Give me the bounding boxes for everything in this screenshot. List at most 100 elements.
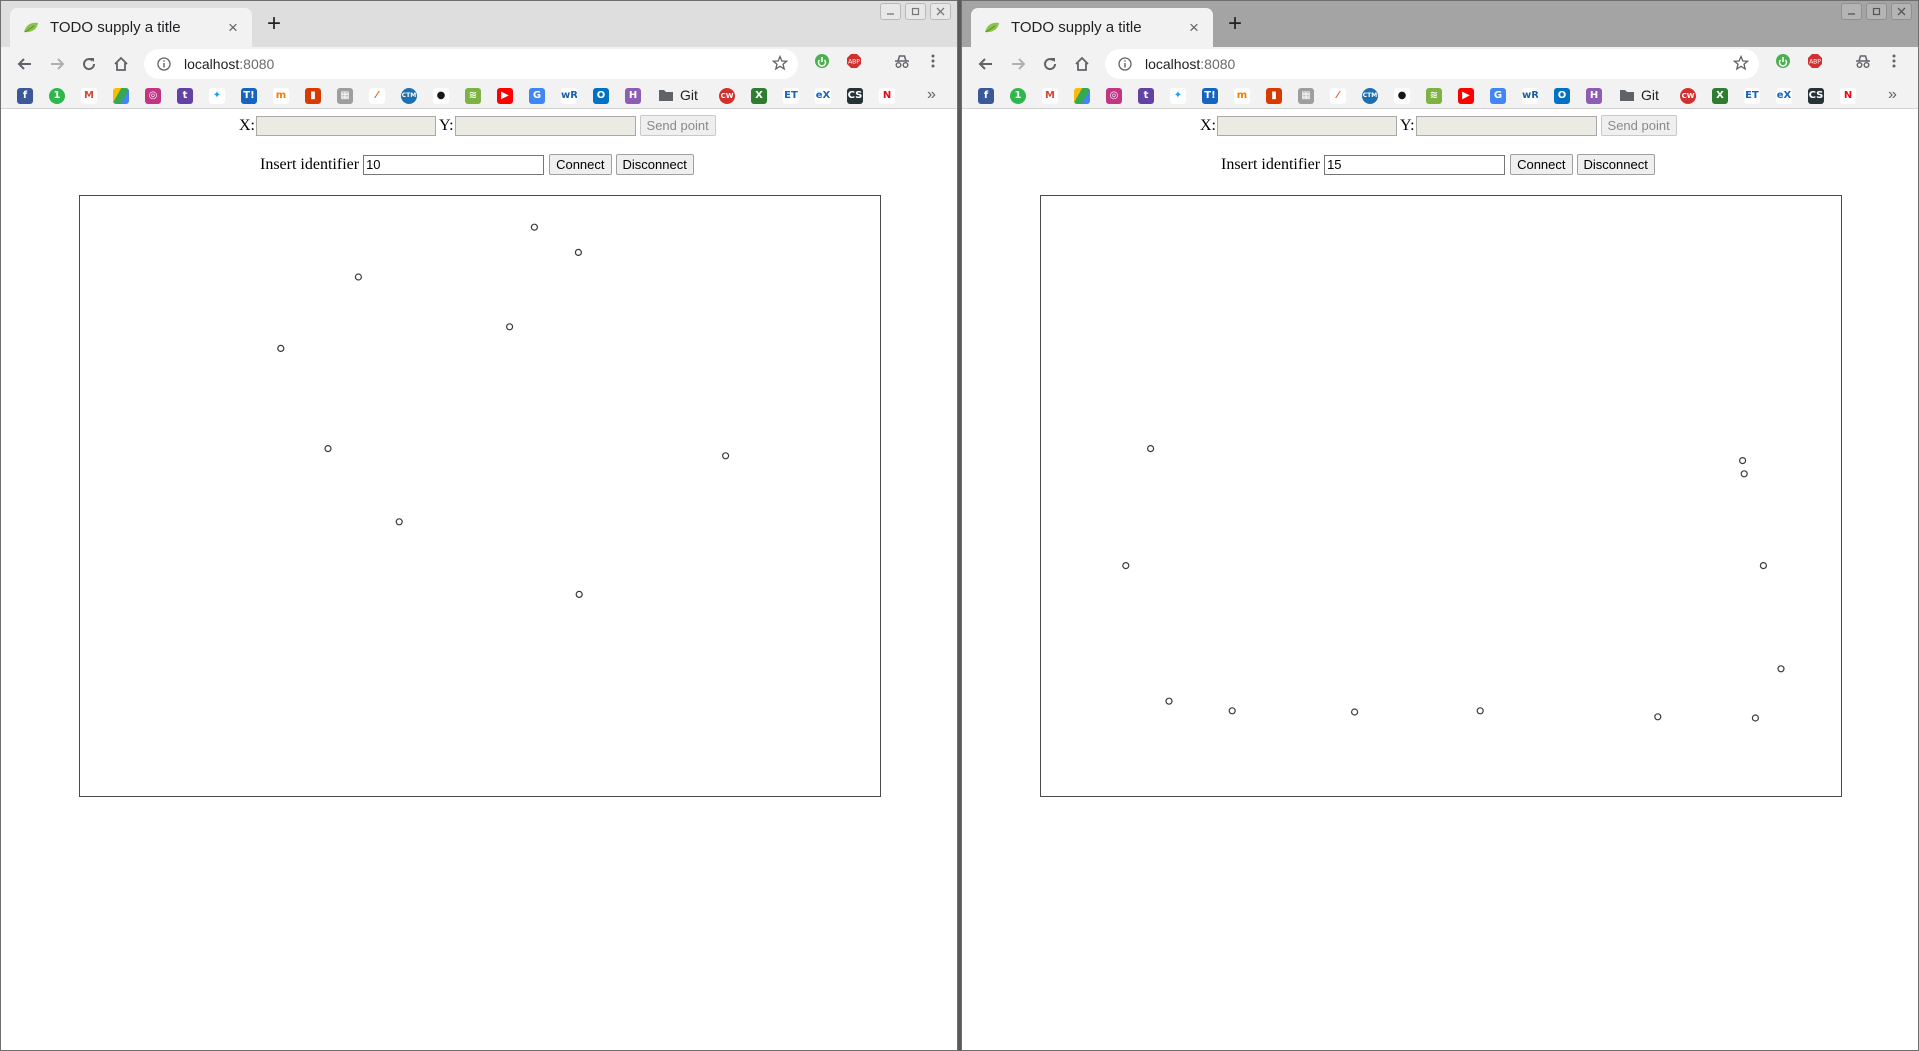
forward-icon[interactable] xyxy=(1006,52,1030,76)
github-bookmark-icon[interactable]: ● xyxy=(433,88,449,104)
address-bar[interactable]: localhost:8080 xyxy=(1105,49,1759,79)
close-window-icon[interactable] xyxy=(930,3,951,20)
map-bookmark-icon[interactable]: ≋ xyxy=(465,88,481,104)
twitch-bookmark-icon[interactable]: t xyxy=(177,88,193,104)
bookmark-folder-git[interactable]: Git xyxy=(658,87,698,103)
reload-icon[interactable] xyxy=(77,52,101,76)
office-bookmark-icon[interactable]: ▮ xyxy=(305,88,321,104)
h-bookmark-icon[interactable]: H xyxy=(1586,88,1602,104)
star-icon[interactable] xyxy=(771,54,789,76)
edx-bookmark-icon[interactable]: eX xyxy=(815,88,831,104)
x-bookmark-icon[interactable]: X xyxy=(751,88,767,104)
minimize-icon[interactable] xyxy=(1841,3,1862,20)
h-bookmark-icon[interactable]: H xyxy=(625,88,641,104)
one-bookmark-icon[interactable]: 1 xyxy=(49,88,65,104)
cs-bookmark-icon[interactable]: CS xyxy=(1808,88,1824,104)
youtube-bookmark-icon[interactable]: ▶ xyxy=(497,88,513,104)
t-bookmark-icon[interactable]: T! xyxy=(241,88,257,104)
identifier-input[interactable] xyxy=(1324,154,1506,175)
ctm-bookmark-icon[interactable]: CTM xyxy=(401,88,417,104)
t-bookmark-icon[interactable]: T! xyxy=(1202,88,1218,104)
feather-bookmark-icon[interactable]: ⁄ xyxy=(1330,88,1346,104)
drawing-canvas[interactable] xyxy=(79,195,881,797)
image-bookmark-icon[interactable]: ▦ xyxy=(337,88,353,104)
twitter-bookmark-icon[interactable]: ✦ xyxy=(1170,88,1186,104)
incognito-icon[interactable] xyxy=(893,53,911,74)
wordreference-bookmark-icon[interactable]: wR xyxy=(1522,88,1538,104)
tab-active[interactable]: TODO supply a title × xyxy=(971,8,1213,47)
send-point-button[interactable]: Send point xyxy=(639,115,716,136)
back-icon[interactable] xyxy=(13,52,37,76)
drive-bookmark-icon[interactable] xyxy=(113,88,129,104)
m-bookmark-icon[interactable]: m xyxy=(273,88,289,104)
outlook-bookmark-icon[interactable]: O xyxy=(1554,88,1570,104)
send-point-button[interactable]: Send point xyxy=(1600,115,1677,136)
instagram-bookmark-icon[interactable]: ◎ xyxy=(1106,88,1122,104)
ctm-bookmark-icon[interactable]: CTM xyxy=(1362,88,1378,104)
cw-bookmark-icon[interactable]: CW xyxy=(1680,88,1696,104)
chevron-more-icon[interactable]: » xyxy=(927,86,936,104)
edx-bookmark-icon[interactable]: eX xyxy=(1776,88,1792,104)
back-icon[interactable] xyxy=(974,52,998,76)
maximize-icon[interactable] xyxy=(1866,3,1887,20)
twitch-bookmark-icon[interactable]: t xyxy=(1138,88,1154,104)
github-bookmark-icon[interactable]: ● xyxy=(1394,88,1410,104)
cw-bookmark-icon[interactable]: CW xyxy=(719,88,735,104)
drawing-canvas[interactable] xyxy=(1040,195,1842,797)
outlook-bookmark-icon[interactable]: O xyxy=(593,88,609,104)
y-input[interactable] xyxy=(454,115,636,136)
feather-bookmark-icon[interactable]: ⁄ xyxy=(369,88,385,104)
connect-button[interactable]: Connect xyxy=(549,154,612,175)
close-icon[interactable]: × xyxy=(225,19,241,36)
menu-icon[interactable] xyxy=(930,53,936,74)
forward-icon[interactable] xyxy=(45,52,69,76)
identifier-input[interactable] xyxy=(363,154,545,175)
image-bookmark-icon[interactable]: ▦ xyxy=(1298,88,1314,104)
office-bookmark-icon[interactable]: ▮ xyxy=(1266,88,1282,104)
extension-green-icon[interactable] xyxy=(814,53,830,74)
close-window-icon[interactable] xyxy=(1891,3,1912,20)
instagram-bookmark-icon[interactable]: ◎ xyxy=(145,88,161,104)
bookmark-folder-git[interactable]: Git xyxy=(1619,87,1659,103)
y-input[interactable] xyxy=(1415,115,1597,136)
info-icon[interactable] xyxy=(1117,56,1133,72)
translate-bookmark-icon[interactable]: G xyxy=(1490,88,1506,104)
one-bookmark-icon[interactable]: 1 xyxy=(1010,88,1026,104)
wordreference-bookmark-icon[interactable]: wR xyxy=(561,88,577,104)
new-tab-button[interactable]: + xyxy=(264,12,284,36)
minimize-icon[interactable] xyxy=(880,3,901,20)
extension-green-icon[interactable] xyxy=(1775,53,1791,74)
et-bookmark-icon[interactable]: ET xyxy=(783,88,799,104)
gmail-bookmark-icon[interactable]: M xyxy=(81,88,97,104)
x-bookmark-icon[interactable]: X xyxy=(1712,88,1728,104)
x-input[interactable] xyxy=(1217,115,1397,136)
m-bookmark-icon[interactable]: m xyxy=(1234,88,1250,104)
netflix-bookmark-icon[interactable]: N xyxy=(1840,88,1856,104)
x-input[interactable] xyxy=(256,115,436,136)
reload-icon[interactable] xyxy=(1038,52,1062,76)
address-bar[interactable]: localhost:8080 xyxy=(144,49,798,79)
adblock-icon[interactable]: ABP xyxy=(846,53,862,74)
info-icon[interactable] xyxy=(156,56,172,72)
facebook-bookmark-icon[interactable]: f xyxy=(978,88,994,104)
et-bookmark-icon[interactable]: ET xyxy=(1744,88,1760,104)
adblock-icon[interactable]: ABP xyxy=(1807,53,1823,74)
youtube-bookmark-icon[interactable]: ▶ xyxy=(1458,88,1474,104)
menu-icon[interactable] xyxy=(1891,53,1897,74)
new-tab-button[interactable]: + xyxy=(1225,12,1245,36)
translate-bookmark-icon[interactable]: G xyxy=(529,88,545,104)
chevron-more-icon[interactable]: » xyxy=(1888,86,1897,104)
cs-bookmark-icon[interactable]: CS xyxy=(847,88,863,104)
incognito-icon[interactable] xyxy=(1854,53,1872,74)
home-icon[interactable] xyxy=(1070,52,1094,76)
tab-active[interactable]: TODO supply a title × xyxy=(10,8,252,47)
disconnect-button[interactable]: Disconnect xyxy=(1576,154,1655,175)
drive-bookmark-icon[interactable] xyxy=(1074,88,1090,104)
connect-button[interactable]: Connect xyxy=(1510,154,1573,175)
gmail-bookmark-icon[interactable]: M xyxy=(1042,88,1058,104)
maximize-icon[interactable] xyxy=(905,3,926,20)
star-icon[interactable] xyxy=(1732,54,1750,76)
twitter-bookmark-icon[interactable]: ✦ xyxy=(209,88,225,104)
home-icon[interactable] xyxy=(109,52,133,76)
facebook-bookmark-icon[interactable]: f xyxy=(17,88,33,104)
